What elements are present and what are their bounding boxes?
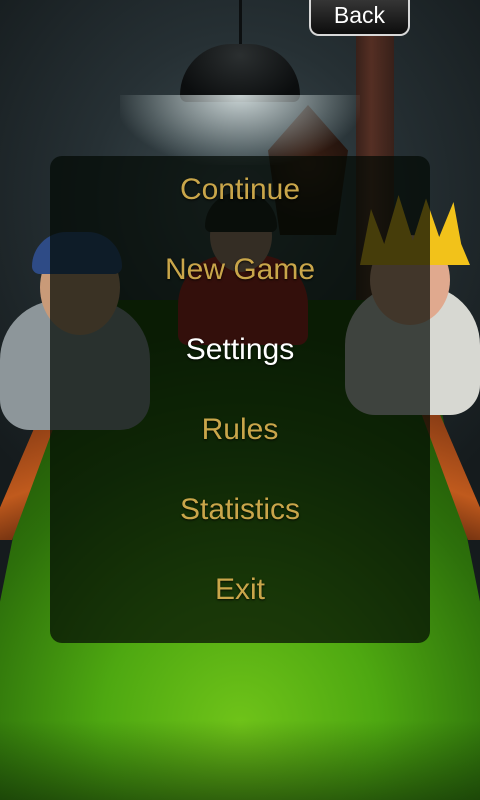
menu-item-settings[interactable]: Settings: [50, 320, 430, 380]
menu-item-rules[interactable]: Rules: [50, 400, 430, 460]
lamp-cord: [239, 0, 242, 48]
back-button[interactable]: Back: [309, 0, 410, 36]
lamp-light: [120, 95, 360, 165]
menu-item-continue[interactable]: Continue: [50, 160, 430, 220]
menu-item-statistics[interactable]: Statistics: [50, 480, 430, 540]
menu-item-new-game[interactable]: New Game: [50, 240, 430, 300]
main-menu-panel: Continue New Game Settings Rules Statist…: [50, 156, 430, 643]
menu-item-exit[interactable]: Exit: [50, 560, 430, 620]
foreground-shadow: [0, 720, 480, 800]
